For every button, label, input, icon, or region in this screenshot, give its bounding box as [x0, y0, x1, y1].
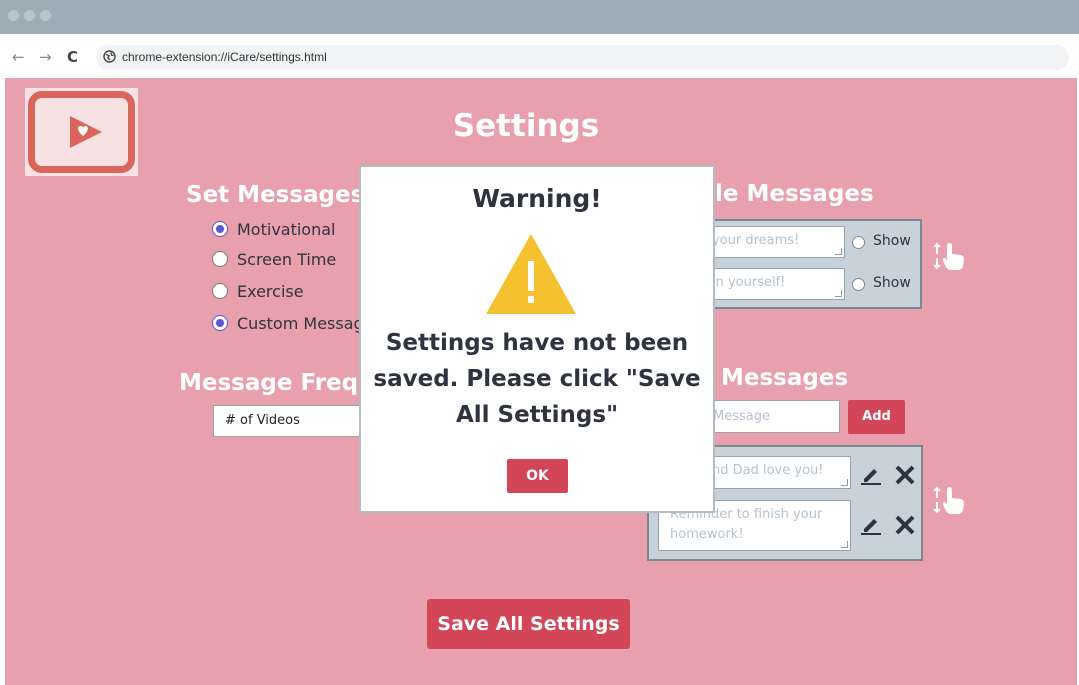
new-message-field[interactable] [701, 401, 839, 432]
radio-motivational[interactable]: Motivational [212, 218, 335, 240]
drag-hand-icon[interactable] [932, 486, 966, 516]
browser-titlebar [0, 0, 1079, 34]
resize-handle[interactable] [841, 479, 848, 486]
show-label: Show [873, 275, 911, 291]
back-arrow-icon[interactable]: ← [12, 48, 25, 66]
resize-handle[interactable] [841, 541, 848, 548]
site-info-icon[interactable] [103, 50, 116, 63]
radio-label: Exercise [237, 281, 304, 301]
dialog-message: Settings have not been saved. Please cli… [373, 330, 701, 428]
drag-hand-icon[interactable] [932, 242, 966, 272]
resize-handle[interactable] [835, 248, 842, 255]
show-label: Show [873, 233, 911, 249]
show-radio[interactable] [852, 278, 865, 291]
pencil-icon[interactable] [860, 513, 882, 535]
page-title: Settings [452, 108, 600, 144]
radio-button[interactable] [212, 283, 228, 299]
radio-button[interactable] [212, 221, 228, 237]
add-message-button[interactable]: Add [848, 400, 905, 434]
play-heart-icon [70, 116, 102, 148]
resize-handle[interactable] [835, 290, 842, 297]
frequency-selected-value: # of Videos [225, 413, 300, 428]
custom-message-textarea[interactable]: nd Dad love you! [700, 456, 851, 489]
dialog-title: Warning! [472, 184, 602, 213]
frequency-select[interactable]: # of Videos [213, 405, 373, 437]
sample-message-textarea[interactable]: your dreams! [700, 226, 845, 258]
sample-message-text: your dreams! [712, 233, 800, 248]
window-maximize-dot[interactable] [40, 10, 51, 21]
radio-exercise[interactable]: Exercise [212, 280, 304, 302]
set-messages-heading: Set Messages [186, 182, 365, 208]
radio-custom-messages[interactable]: Custom Messag [212, 312, 364, 334]
radio-label: Custom Messag [237, 313, 364, 333]
url-text: chrome-extension://iCare/settings.html [122, 50, 327, 64]
window-minimize-dot[interactable] [24, 10, 35, 21]
forward-arrow-icon[interactable]: → [39, 48, 52, 66]
sample-messages-heading: le Messages [715, 181, 874, 207]
sample-message-textarea[interactable]: in yourself! [700, 268, 845, 300]
radio-button[interactable] [212, 315, 228, 331]
new-message-input[interactable] [700, 400, 840, 433]
radio-button[interactable] [212, 251, 228, 267]
warning-triangle-icon [486, 234, 576, 314]
radio-label: Motivational [237, 219, 336, 239]
sample-message-text: in yourself! [712, 275, 786, 290]
window-close-dot[interactable] [8, 10, 19, 21]
reload-icon[interactable]: C [67, 48, 78, 66]
close-icon[interactable] [894, 464, 916, 486]
message-frequency-heading: Message Frequ [179, 370, 375, 396]
custom-messages-heading: Messages [721, 365, 849, 391]
show-radio[interactable] [852, 236, 865, 249]
close-icon[interactable] [894, 514, 916, 536]
pencil-icon[interactable] [860, 463, 882, 485]
save-all-settings-button[interactable]: Save All Settings [427, 599, 630, 649]
dialog-ok-button[interactable]: OK [507, 459, 568, 493]
radio-screen-time[interactable]: Screen Time [212, 248, 336, 270]
radio-label: Screen Time [237, 249, 337, 269]
custom-message-text: nd Dad love you! [712, 463, 824, 478]
